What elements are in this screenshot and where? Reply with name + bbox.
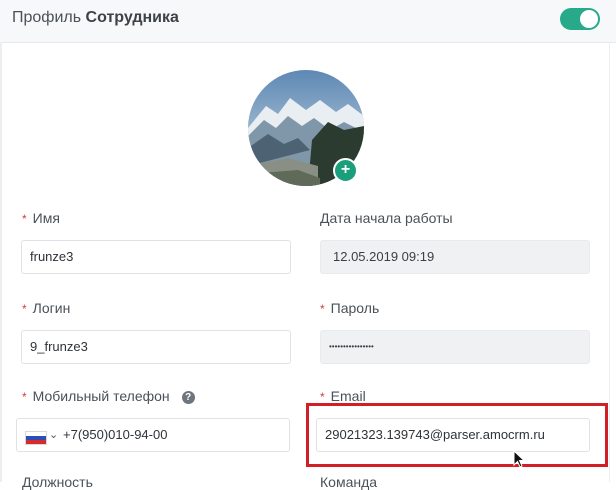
password-field: •••••••••••••••• — [320, 330, 590, 364]
chevron-down-icon[interactable]: ⌄ — [49, 419, 58, 451]
required-asterisk: * — [320, 390, 325, 404]
login-field[interactable]: 9_frunze3 — [21, 330, 291, 364]
mouse-cursor-icon — [513, 450, 526, 468]
page-title: Профиль Сотрудника — [12, 9, 179, 26]
toggle-knob — [580, 10, 598, 28]
profile-header: Профиль Сотрудника — [0, 0, 616, 43]
name-field[interactable]: frunze3 — [21, 240, 291, 274]
team-label: Команда — [320, 474, 378, 490]
email-label: * Email — [320, 388, 366, 404]
profile-active-toggle[interactable] — [560, 8, 600, 30]
required-asterisk: * — [22, 390, 27, 404]
start-date-label: Дата начала работы — [320, 210, 453, 226]
phone-field[interactable]: ⌄ +7(950)010-94-00 — [16, 418, 290, 452]
start-date-field: 12.05.2019 09:19 — [320, 240, 590, 274]
login-label: * Логин — [22, 300, 71, 316]
email-highlight-box — [306, 403, 608, 467]
russia-flag-icon[interactable] — [25, 431, 47, 445]
phone-label: * Мобильный телефон? — [22, 388, 195, 404]
required-asterisk: * — [320, 302, 325, 316]
panel-left-border — [0, 42, 2, 482]
add-photo-button[interactable]: + — [333, 158, 358, 183]
question-circle-icon[interactable]: ? — [181, 391, 195, 404]
password-label: * Пароль — [320, 300, 380, 316]
position-label: Должность — [22, 474, 93, 490]
required-asterisk: * — [22, 212, 27, 226]
phone-value: +7(950)010-94-00 — [63, 427, 168, 442]
required-asterisk: * — [22, 302, 27, 316]
plus-icon: + — [340, 161, 351, 178]
panel-right-border — [609, 42, 610, 482]
name-label: * Имя — [22, 210, 60, 226]
